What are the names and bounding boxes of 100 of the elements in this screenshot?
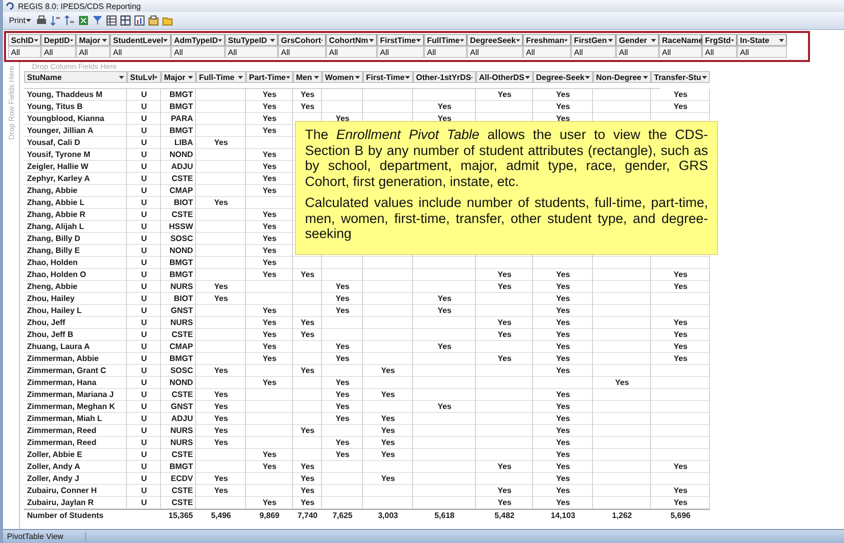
filter-field-button[interactable]: StudentLevel <box>110 34 171 46</box>
total-cell-text: 7,625 <box>331 510 354 522</box>
table-cell-text: Yes <box>334 449 350 461</box>
table-cell-text: CMAP <box>168 185 194 197</box>
table-cell-text: Yes <box>496 269 512 281</box>
spreadsheet-icon[interactable] <box>78 15 90 26</box>
caret-icon <box>651 38 656 42</box>
filter-field-button[interactable]: DeptID <box>41 34 76 46</box>
filter-field-button[interactable]: FirstTime <box>377 34 424 46</box>
table-cell-text: Yes <box>672 101 688 113</box>
caret-icon <box>163 38 168 42</box>
properties-icon[interactable] <box>148 15 160 26</box>
table-cell-text: NURS <box>169 281 194 293</box>
table-cell-text: CSTE <box>170 485 194 497</box>
table-cell-text: BMGT <box>168 353 194 365</box>
column-header[interactable]: Women <box>322 71 363 83</box>
table-cell-text: Zimmerman, Miah L <box>26 413 104 425</box>
column-header[interactable]: Men <box>293 71 322 83</box>
table-cell-text: Yes <box>555 89 571 101</box>
filter-field-button[interactable]: DegreeSeek <box>467 34 523 46</box>
caret-icon <box>154 76 158 78</box>
caret-icon <box>779 38 784 42</box>
column-header[interactable]: Full-Time <box>196 71 246 83</box>
table-cell-text: NURS <box>169 437 194 449</box>
table-cell-text: Zhang, Abbie <box>26 185 78 197</box>
filter-field-button[interactable]: FrgStd <box>702 34 737 46</box>
filter-field-button[interactable]: SchID <box>8 34 41 46</box>
table-cell-text: Yes <box>555 281 571 293</box>
filter-field-button[interactable]: Freshman <box>523 34 571 46</box>
table-cell-text: BMGT <box>168 257 194 269</box>
table-cell-text: CSTE <box>170 209 194 221</box>
filter-field-button[interactable]: FullTime <box>424 34 467 46</box>
table-cell-text: Yes <box>262 149 278 161</box>
table-cell-text: U <box>140 161 148 173</box>
filter-field-button[interactable]: FirstGen <box>571 34 616 46</box>
total-label: Number of Students <box>26 510 104 522</box>
column-header[interactable]: First-Time <box>363 71 413 83</box>
table-cell-text: Yes <box>436 101 452 113</box>
callout-text: The Enrollment Pivot Table allows the user to view the CDS-Section B by any number of student attributes (rectangle), such as by school, department, major, admit type, race, gender, GRS Cohort, first generation, instate, etc. <box>305 127 708 189</box>
filter-field-button[interactable]: Major <box>76 34 110 46</box>
column-header[interactable]: Transfer-Stu <box>651 71 710 83</box>
table-cell-text: U <box>140 425 148 437</box>
filter-field-button[interactable]: RaceName <box>659 34 702 46</box>
filter-field-button[interactable]: In-State <box>737 34 787 46</box>
folder-icon[interactable] <box>162 15 174 26</box>
table-cell-text: Yes <box>262 89 278 101</box>
table-cell-text: Youngblood, Kianna <box>26 113 106 125</box>
table-cell-text: Zhou, Hailey L <box>26 305 83 317</box>
column-header[interactable]: StuLvl <box>127 71 161 83</box>
table-cell-text: Zimmerman, Mariana J <box>26 389 115 401</box>
filter-field-button[interactable]: GrsCohort <box>278 34 326 46</box>
caret-icon <box>516 38 520 42</box>
filter-icon[interactable] <box>92 15 104 26</box>
table-cell-text: Yes <box>213 413 229 425</box>
caret-icon <box>525 76 530 78</box>
total-cell-text: 5,496 <box>210 510 232 522</box>
table-cell-text: Yes <box>334 401 350 413</box>
print-button[interactable]: Print <box>7 16 34 25</box>
table-cell-text: Yes <box>213 485 229 497</box>
printer-icon[interactable] <box>36 15 48 26</box>
column-header[interactable]: Part-Time <box>246 71 293 83</box>
total-cell-text: 5,618 <box>433 510 456 522</box>
column-header[interactable]: StuName <box>24 71 127 83</box>
filter-field-button[interactable]: AdmTypeID <box>171 34 225 46</box>
column-header[interactable]: Non-Degree <box>593 71 651 83</box>
chart-icon[interactable] <box>134 15 146 26</box>
table-cell-text: Yes <box>380 437 396 449</box>
table-cell-text: Zimmerman, Meghan K <box>26 401 116 413</box>
caret-icon <box>608 38 613 42</box>
filter-value: All <box>377 46 424 58</box>
column-header[interactable]: Other-1stYrDS <box>413 71 476 83</box>
table-icon[interactable] <box>120 15 132 26</box>
table-cell-text: Yes <box>300 101 316 113</box>
table-cell-text: U <box>140 149 148 161</box>
table-cell-text: Yes <box>262 269 278 281</box>
filter-field-button[interactable]: StuTypeID <box>225 34 278 46</box>
table-cell-text: Yes <box>262 125 278 137</box>
table-cell-text: Yousaf, Cali D <box>26 137 82 149</box>
column-header[interactable]: Major <box>161 71 196 83</box>
table-cell-text: Zhang, Billy D <box>26 233 82 245</box>
table-cell-text: U <box>140 401 148 413</box>
field-list-icon[interactable] <box>106 15 118 26</box>
table-cell-text: Yes <box>334 437 350 449</box>
table-cell-text: Yes <box>300 425 316 437</box>
table-cell-text: Zubairu, Jaylan R <box>26 497 95 509</box>
column-header[interactable]: All-OtherDS <box>476 71 533 83</box>
table-cell-text: U <box>140 329 148 341</box>
table-cell-text: Yes <box>555 317 571 329</box>
table-cell-text: U <box>140 245 148 257</box>
filter-field-button[interactable]: Gender <box>616 34 659 46</box>
sort-ascending-icon[interactable] <box>50 15 62 26</box>
table-cell-text: Zoller, Abbie E <box>26 449 84 461</box>
caret-icon <box>188 76 193 78</box>
table-cell-text: U <box>140 221 148 233</box>
caret-icon <box>238 76 243 78</box>
table-cell-text: Yes <box>672 281 688 293</box>
caret-icon <box>34 38 38 42</box>
column-header[interactable]: Degree-Seek <box>533 71 593 83</box>
sort-descending-icon[interactable] <box>64 15 76 26</box>
filter-field-button[interactable]: CohortNm <box>326 34 377 46</box>
